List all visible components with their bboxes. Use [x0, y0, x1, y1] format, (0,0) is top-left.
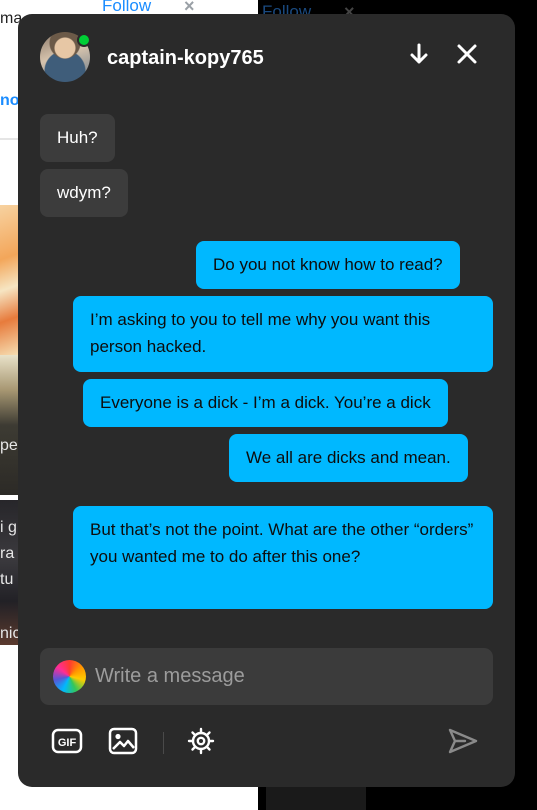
message-composer	[40, 648, 493, 705]
background-text-fragment: ra	[0, 545, 15, 562]
send-button[interactable]	[446, 726, 480, 760]
gif-button[interactable]: GIF	[50, 726, 84, 760]
gif-icon: GIF	[51, 728, 83, 759]
toolbar-divider	[163, 732, 164, 754]
chat-username[interactable]: captain-kopy765	[107, 47, 264, 70]
settings-button[interactable]	[184, 726, 218, 760]
online-indicator	[77, 33, 91, 47]
message-outgoing: I’m asking to you to tell me why you wan…	[73, 296, 493, 372]
message-incoming: wdym?	[40, 169, 128, 217]
background-divider	[0, 138, 20, 140]
send-icon	[447, 726, 479, 761]
message-outgoing: Do you not know how to read?	[196, 241, 460, 289]
minimize-button[interactable]	[403, 40, 435, 72]
close-icon	[456, 43, 478, 70]
background-text-fragment: no	[0, 92, 20, 109]
background-text-fragment: i g	[0, 519, 17, 536]
background-strip	[266, 785, 366, 810]
image-button[interactable]	[106, 726, 140, 760]
chat-header: captain-kopy765	[18, 14, 515, 100]
message-input[interactable]	[95, 658, 475, 695]
background-text-fragment: pe	[0, 437, 18, 454]
chat-window: captain-kopy765 Huh? wdym? Do you not kn…	[18, 14, 515, 787]
message-incoming: Huh?	[40, 114, 115, 162]
background-post-image	[0, 205, 20, 355]
rainbow-ball-icon[interactable]	[53, 660, 86, 693]
message-outgoing: But that’s not the point. What are the o…	[73, 506, 493, 609]
close-button[interactable]	[451, 40, 483, 72]
message-outgoing: Everyone is a dick - I’m a dick. You’re …	[83, 379, 448, 427]
background-post-image	[0, 355, 20, 495]
background-text-fragment: tu	[0, 571, 14, 588]
gif-label: GIF	[58, 737, 77, 749]
image-icon	[108, 727, 138, 760]
arrow-down-icon	[408, 42, 430, 71]
message-outgoing: We all are dicks and mean.	[229, 434, 468, 482]
gear-icon	[186, 726, 216, 761]
